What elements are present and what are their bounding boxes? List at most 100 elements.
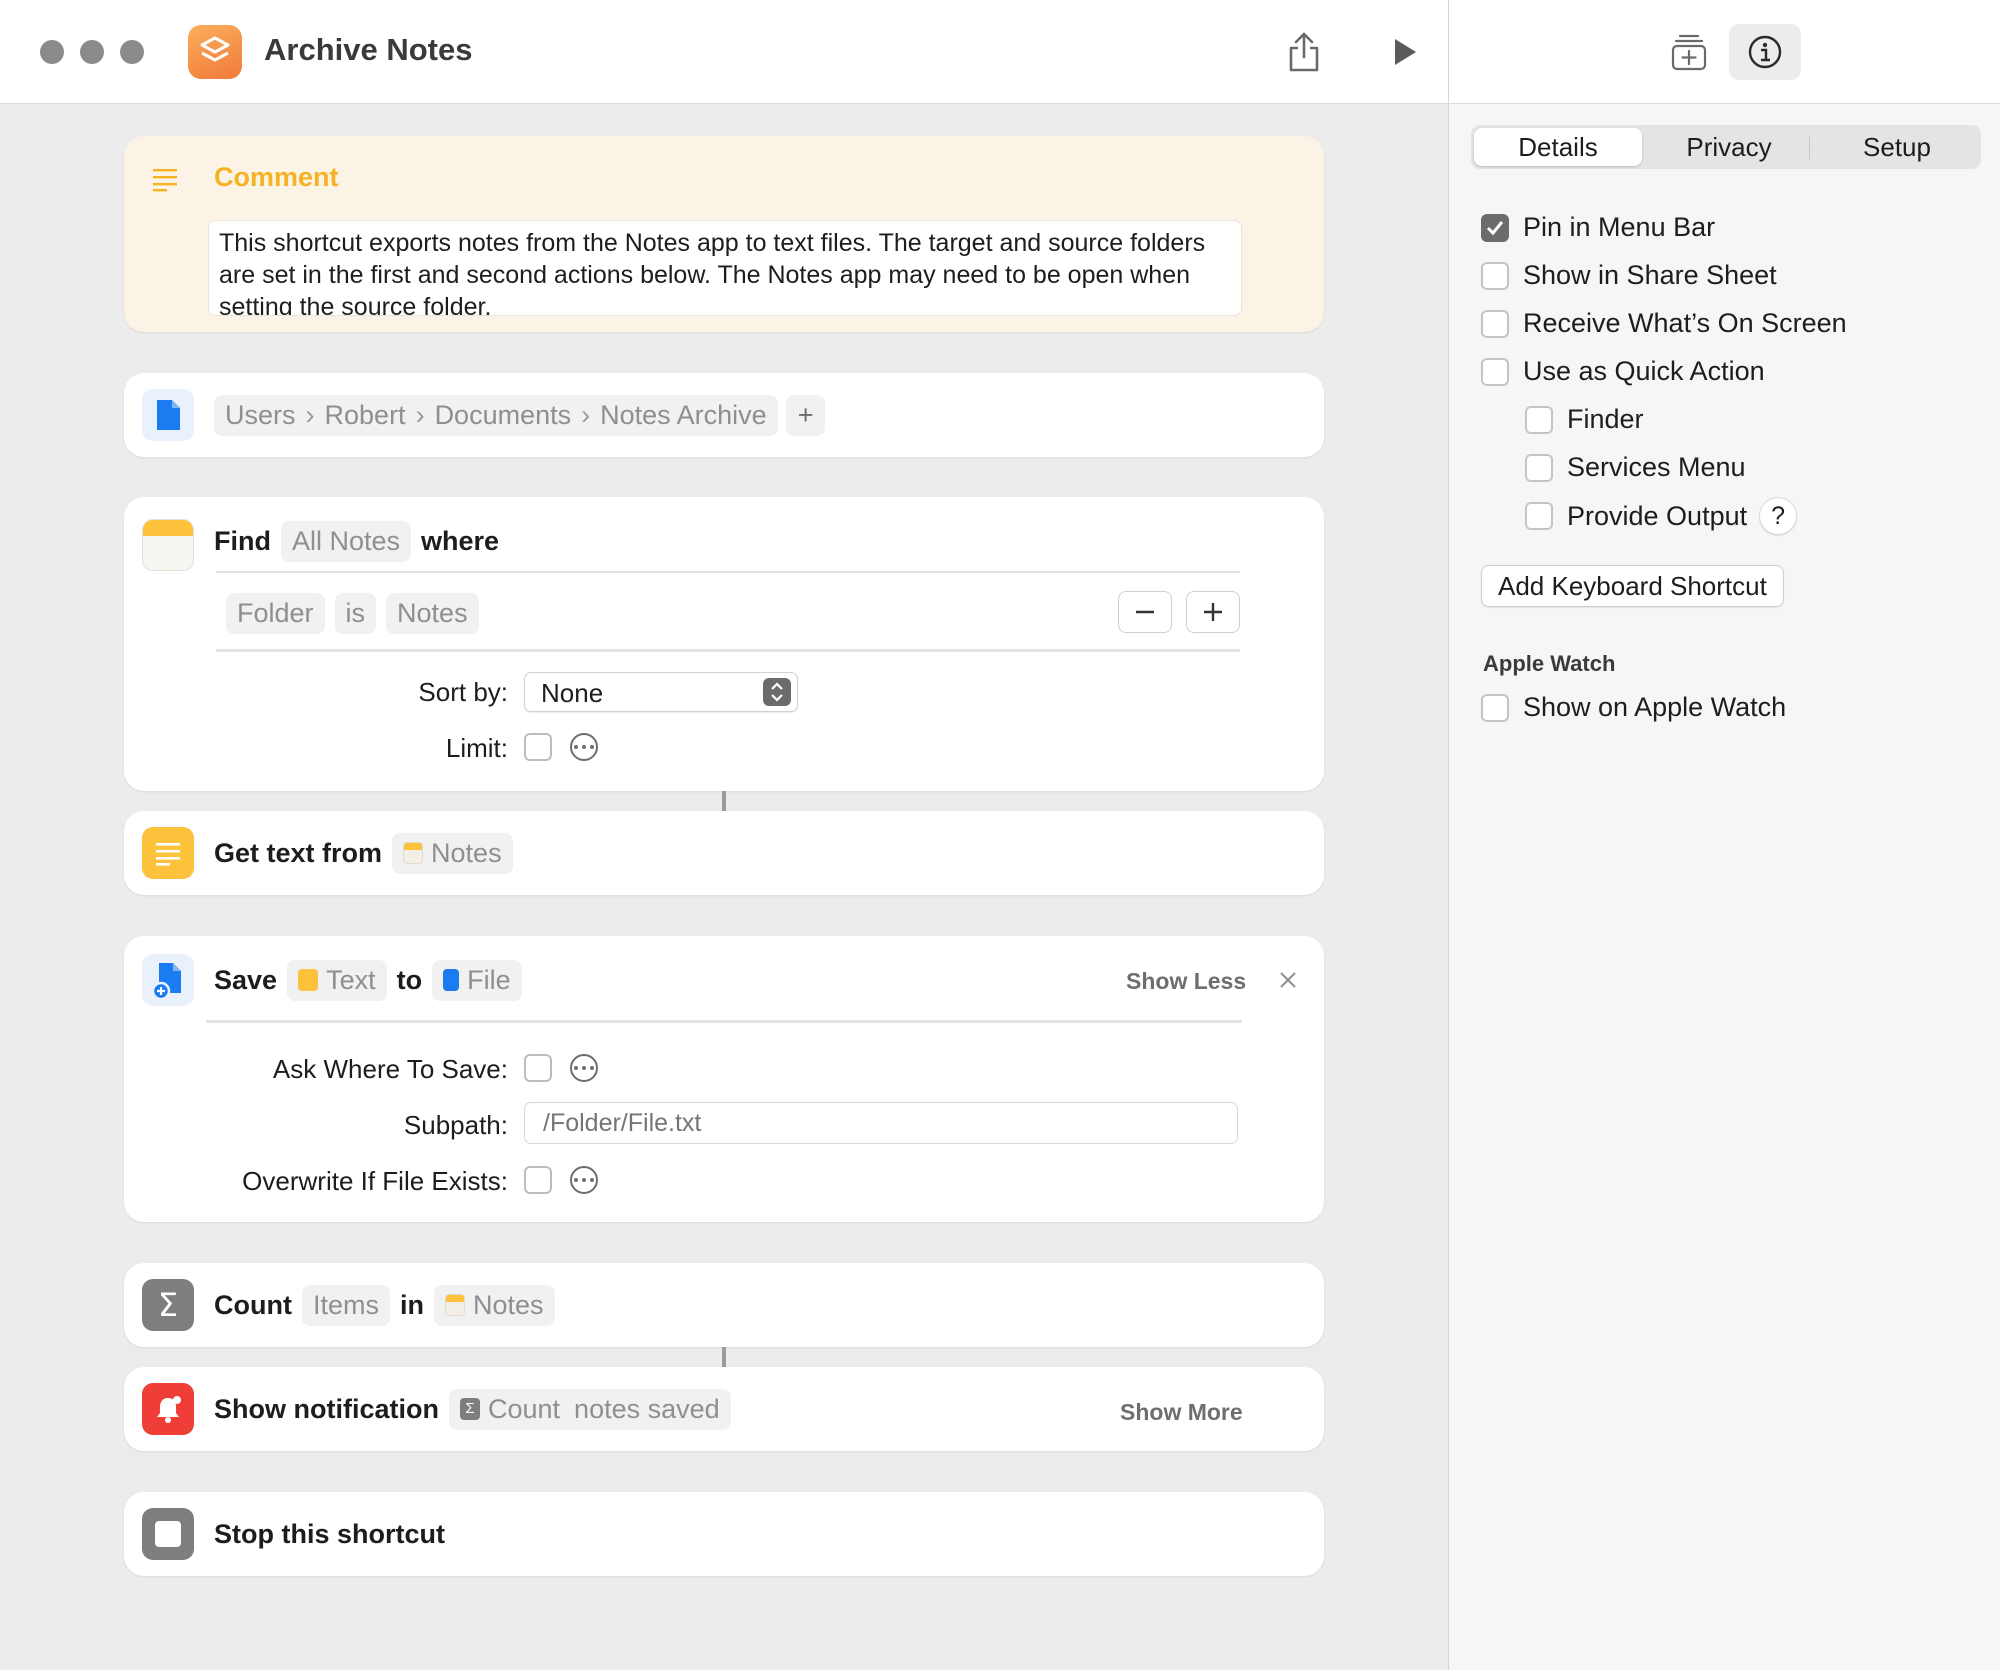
info-button[interactable]: [1729, 24, 1801, 80]
details-panel: Details Privacy Setup Pin in Menu Bar Sh…: [1448, 0, 2000, 1670]
count-action[interactable]: Σ Count Items in Notes: [124, 1263, 1324, 1347]
sigma-icon: Σ: [142, 1279, 194, 1331]
remove-filter-button[interactable]: [1118, 591, 1172, 633]
plus-icon: [1204, 603, 1222, 621]
quick-action-label: Use as Quick Action: [1523, 356, 1765, 386]
option-services-menu[interactable]: Services Menu: [1525, 452, 1746, 483]
option-receive-screen[interactable]: Receive What’s On Screen: [1481, 308, 1847, 339]
action-connector: [722, 791, 726, 811]
get-text-action[interactable]: Get text from Notes: [124, 811, 1324, 895]
option-pin-menu-bar[interactable]: Pin in Menu Bar: [1481, 212, 1715, 243]
find-notes-action[interactable]: Find All Notes where Folder is Notes Sor…: [124, 497, 1324, 791]
find-verb: Find: [214, 525, 271, 556]
apple-watch-heading: Apple Watch: [1483, 651, 1616, 676]
help-button[interactable]: ?: [1759, 497, 1798, 535]
add-keyboard-shortcut-button[interactable]: Add Keyboard Shortcut: [1481, 565, 1784, 607]
notes-app-icon: [142, 519, 194, 571]
subpath-input[interactable]: [524, 1102, 1238, 1144]
overwrite-variable-button[interactable]: [570, 1166, 598, 1194]
close-window-button[interactable]: [40, 40, 64, 64]
receive-screen-label: Receive What’s On Screen: [1523, 308, 1847, 338]
pin-menu-bar-checkbox[interactable]: [1481, 213, 1509, 242]
minimize-window-button[interactable]: [80, 40, 104, 64]
show-more-button[interactable]: Show More: [1120, 1399, 1243, 1426]
notes-mini-icon: [444, 1294, 465, 1316]
overwrite-label: Overwrite If File Exists:: [242, 1166, 508, 1196]
save-destination-token[interactable]: File: [432, 959, 522, 1001]
window-title: Archive Notes: [264, 32, 473, 67]
option-provide-output[interactable]: Provide Output ?: [1525, 497, 1798, 535]
limit-label: Limit:: [445, 733, 508, 763]
save-input-token[interactable]: Text: [287, 959, 387, 1001]
ask-where-checkbox[interactable]: [524, 1054, 552, 1082]
select-arrows-icon: [763, 678, 791, 706]
run-button[interactable]: [1376, 26, 1432, 78]
option-finder[interactable]: Finder: [1525, 404, 1644, 435]
stop-shortcut-action[interactable]: Stop this shortcut: [124, 1492, 1324, 1576]
sigma-mini-icon: Σ: [459, 1398, 480, 1420]
play-icon: [1395, 39, 1416, 65]
sort-by-label: Sort by:: [418, 677, 508, 707]
services-menu-label: Services Menu: [1567, 452, 1746, 482]
option-apple-watch[interactable]: Show on Apple Watch: [1481, 692, 1786, 723]
limit-checkbox[interactable]: [524, 733, 552, 761]
option-share-sheet[interactable]: Show in Share Sheet: [1481, 260, 1777, 291]
zoom-window-button[interactable]: [120, 40, 144, 64]
share-icon: [1289, 32, 1319, 72]
filter-field-token[interactable]: Folder: [226, 592, 325, 634]
count-source-token[interactable]: Notes: [433, 1284, 555, 1326]
get-text-source-token[interactable]: Notes: [392, 832, 513, 874]
sort-by-select[interactable]: None: [524, 672, 798, 712]
save-file-action[interactable]: Save Text to File Show Less Ask Where To…: [124, 936, 1324, 1222]
tab-setup[interactable]: Setup: [1813, 125, 1981, 169]
count-verb: Count: [214, 1289, 292, 1320]
minus-icon: [1136, 610, 1154, 614]
overwrite-checkbox[interactable]: [524, 1166, 552, 1194]
receive-screen-checkbox[interactable]: [1481, 309, 1509, 338]
ask-where-label: Ask Where To Save:: [272, 1054, 508, 1084]
comment-text[interactable]: This shortcut exports notes from the Not…: [208, 220, 1242, 316]
path-segment-users[interactable]: Users › Robert › Documents › Notes Archive: [214, 394, 778, 436]
share-sheet-label: Show in Share Sheet: [1523, 260, 1777, 290]
notes-mini-icon: [403, 842, 424, 864]
notification-label: Show notification: [214, 1393, 439, 1424]
panel-tabs: Details Privacy Setup: [1471, 125, 1981, 169]
option-quick-action[interactable]: Use as Quick Action: [1481, 356, 1765, 387]
add-path-button[interactable]: +: [785, 394, 826, 436]
subpath-label: Subpath:: [403, 1110, 508, 1140]
finder-checkbox[interactable]: [1525, 405, 1553, 434]
show-notification-action[interactable]: Show notification Σ Count notes saved Show…: [124, 1367, 1324, 1451]
tab-details[interactable]: Details: [1474, 128, 1642, 166]
get-text-label: Get text from: [214, 837, 383, 868]
sort-by-value: None: [541, 678, 604, 708]
provide-output-checkbox[interactable]: [1525, 502, 1553, 530]
bell-icon: [142, 1383, 194, 1435]
file-icon: [142, 389, 194, 441]
comment-action[interactable]: Comment This shortcut exports notes from…: [124, 136, 1324, 332]
share-button[interactable]: [1276, 26, 1332, 78]
close-icon[interactable]: [1278, 970, 1298, 990]
checkmark-icon: [1486, 220, 1504, 235]
services-menu-checkbox[interactable]: [1525, 453, 1553, 482]
filter-operator-token[interactable]: is: [334, 592, 377, 634]
find-target-token[interactable]: All Notes: [280, 520, 412, 562]
comment-title: Comment: [214, 162, 339, 192]
action-library-button[interactable]: [1661, 26, 1717, 78]
quick-action-checkbox[interactable]: [1481, 357, 1509, 386]
filter-value-token[interactable]: Notes: [386, 592, 479, 634]
apple-watch-checkbox[interactable]: [1481, 693, 1509, 722]
action-connector: [722, 1347, 726, 1367]
show-less-button[interactable]: Show Less: [1126, 968, 1246, 995]
shortcuts-app-icon: [188, 25, 242, 79]
title-bar: Archive Notes: [0, 0, 1448, 104]
apple-watch-label: Show on Apple Watch: [1523, 692, 1787, 722]
count-what-token[interactable]: Items: [301, 1284, 390, 1326]
library-add-icon: [1671, 34, 1707, 71]
share-sheet-checkbox[interactable]: [1481, 261, 1509, 290]
tab-privacy[interactable]: Privacy: [1645, 125, 1813, 169]
add-filter-button[interactable]: [1186, 591, 1240, 633]
file-path-action[interactable]: Users › Robert › Documents › Notes Archive …: [124, 373, 1324, 457]
limit-variable-button[interactable]: [570, 733, 598, 761]
ask-where-variable-button[interactable]: [570, 1054, 598, 1082]
notification-body-token[interactable]: Σ Count notes saved: [448, 1388, 731, 1430]
